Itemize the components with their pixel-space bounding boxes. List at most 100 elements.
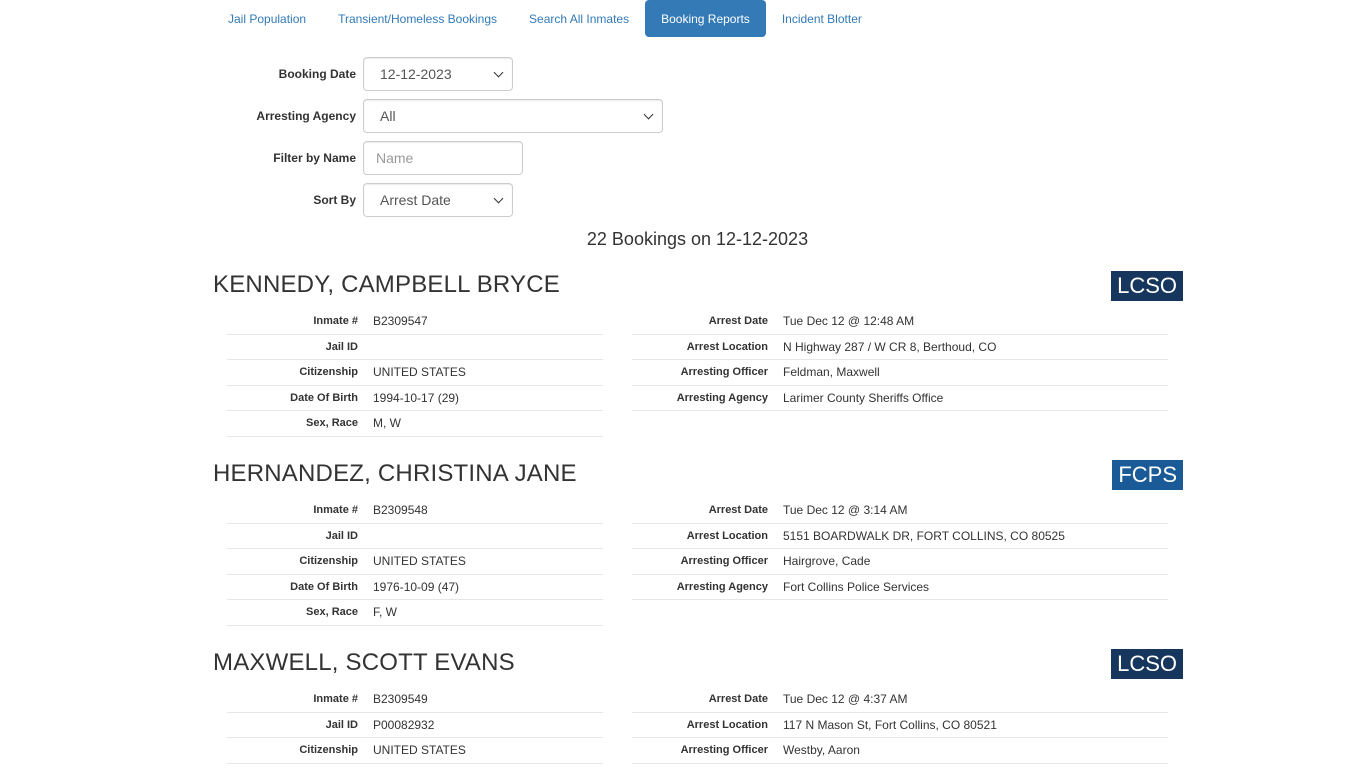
detail-label: Arresting Officer: [680, 744, 768, 757]
tab-booking-reports[interactable]: Booking Reports: [645, 0, 766, 37]
detail-row: Jail ID: [227, 524, 603, 549]
detail-row: Date Of Birth 1976-10-09 (47): [227, 575, 603, 600]
detail-label: Citizenship: [299, 744, 358, 757]
chevron-down-icon: [493, 193, 504, 203]
arrest-details: Arrest Date Tue Dec 12 @ 12:48 AM Arrest …: [632, 309, 1168, 411]
tab-search-all-inmates[interactable]: Search All Inmates: [513, 0, 645, 37]
detail-label: Jail ID: [325, 718, 358, 731]
detail-row: Arrest Date Tue Dec 12 @ 4:37 AM: [632, 687, 1168, 713]
filter-name-row: Filter by Name Name: [200, 141, 523, 175]
detail-label: Arrest Location: [686, 340, 768, 353]
detail-row: Inmate # B2309548: [227, 498, 603, 524]
detail-row: Arresting Agency Fort Collins Police Serv…: [632, 575, 1168, 600]
detail-label: Arrest Location: [686, 529, 768, 542]
detail-row: Date Of Birth 1994-10-17 (29): [227, 386, 603, 411]
agency-badge: FCPS: [1112, 460, 1183, 490]
booking-record: HERNANDEZ, CHRISTINA JANE FCPS Inmate # B…: [213, 460, 1183, 630]
detail-label: Arresting Agency: [676, 391, 768, 404]
arrest-location: 117 N Mason St, Fort Collins, CO 80521: [783, 717, 997, 732]
detail-label: Arrest Date: [708, 504, 768, 517]
inmate-details: Inmate # B2309547 Jail ID Citizenship UNIT…: [227, 309, 603, 437]
jail-id: P00082932: [373, 717, 435, 732]
detail-row: Jail ID: [227, 335, 603, 360]
detail-row: Citizenship UNITED STATES: [227, 360, 603, 386]
arresting-agency-select[interactable]: All: [363, 99, 663, 133]
detail-row: Citizenship UNITED STATES: [227, 738, 603, 764]
arresting-officer: Westby, Aaron: [783, 743, 860, 758]
date-of-birth: 1976-10-09 (47): [373, 579, 460, 594]
arresting-officer: Feldman, Maxwell: [783, 365, 880, 380]
inmate-number: B2309549: [373, 692, 428, 707]
citizenship: UNITED STATES: [373, 365, 466, 380]
inmate-details: Inmate # B2309548 Jail ID Citizenship UNIT…: [227, 498, 603, 626]
inmate-details: Inmate # B2309549 Jail ID P00082932 Citize…: [227, 687, 603, 764]
detail-label: Arrest Date: [708, 693, 768, 706]
detail-label: Sex, Race: [306, 606, 358, 619]
detail-label: Inmate #: [313, 504, 358, 517]
detail-label: Inmate #: [313, 693, 358, 706]
booking-date-row: Booking Date 12-12-2023: [200, 57, 513, 91]
arrest-date: Tue Dec 12 @ 4:37 AM: [783, 692, 908, 707]
tab-incident-blotter[interactable]: Incident Blotter: [766, 0, 878, 37]
detail-row: Arrest Location 5151 BOARDWALK DR, FORT C…: [632, 524, 1168, 549]
detail-row: Arrest Date Tue Dec 12 @ 12:48 AM: [632, 309, 1168, 335]
detail-row: Arresting Officer Feldman, Maxwell: [632, 360, 1168, 386]
booking-date-select[interactable]: 12-12-2023: [363, 57, 513, 91]
inmate-number: B2309548: [373, 503, 428, 518]
sort-by-select[interactable]: Arrest Date: [363, 183, 513, 217]
tab-jail-population[interactable]: Jail Population: [212, 0, 322, 37]
detail-row: Inmate # B2309547: [227, 309, 603, 335]
detail-row: Arresting Agency Larimer County Sheriffs …: [632, 386, 1168, 411]
arresting-agency: Fort Collins Police Services: [783, 579, 930, 594]
detail-label: Citizenship: [299, 555, 358, 568]
detail-row: Arrest Location N Highway 287 / W CR 8, B…: [632, 335, 1168, 360]
agency-badge: LCSO: [1111, 649, 1183, 679]
detail-label: Date Of Birth: [290, 580, 358, 593]
detail-label: Arresting Officer: [680, 555, 768, 568]
sex-race: F, W: [373, 605, 397, 620]
detail-label: Jail ID: [325, 340, 358, 353]
bookings-summary: 22 Bookings on 12-12-2023: [586, 229, 809, 249]
tab-transient-homeless-bookings[interactable]: Transient/Homeless Bookings: [322, 0, 513, 37]
arresting-agency-label: Arresting Agency: [256, 109, 356, 123]
detail-label: Sex, Race: [306, 417, 358, 430]
arrest-location: N Highway 287 / W CR 8, Berthoud, CO: [783, 339, 997, 354]
booking-record: KENNEDY, CAMPBELL BRYCE LCSO Inmate # B23…: [213, 271, 1183, 441]
detail-label: Arresting Agency: [676, 580, 768, 593]
sort-by-label: Sort By: [313, 193, 356, 207]
chevron-down-icon: [493, 67, 504, 77]
arrest-date: Tue Dec 12 @ 12:48 AM: [783, 314, 915, 329]
inmate-name: MAXWELL, SCOTT EVANS: [213, 649, 515, 676]
detail-row: Arrest Date Tue Dec 12 @ 3:14 AM: [632, 498, 1168, 524]
name-filter-input[interactable]: Name: [363, 141, 523, 175]
detail-row: Citizenship UNITED STATES: [227, 549, 603, 575]
detail-label: Inmate #: [313, 315, 358, 328]
arresting-officer: Hairgrove, Cade: [783, 554, 871, 569]
detail-row: Sex, Race F, W: [227, 600, 603, 626]
nav-tabs: Jail Population Transient/Homeless Booki…: [212, 0, 878, 37]
arresting-agency-row: Arresting Agency All: [200, 99, 663, 133]
detail-label: Arresting Officer: [680, 366, 768, 379]
sort-by-row: Sort By Arrest Date: [200, 183, 513, 217]
chevron-down-icon: [643, 109, 654, 119]
citizenship: UNITED STATES: [373, 743, 466, 758]
detail-row: Inmate # B2309549: [227, 687, 603, 713]
booking-date-value: 12-12-2023: [380, 66, 452, 82]
inmate-name: KENNEDY, CAMPBELL BRYCE: [213, 271, 560, 298]
filter-name-label: Filter by Name: [273, 151, 356, 165]
inmate-number: B2309547: [373, 314, 428, 329]
detail-row: Jail ID P00082932: [227, 713, 603, 738]
detail-row: Arresting Officer Westby, Aaron: [632, 738, 1168, 764]
citizenship: UNITED STATES: [373, 554, 466, 569]
detail-row: Sex, Race M, W: [227, 411, 603, 437]
arresting-agency-value: All: [380, 108, 396, 124]
booking-date-label: Booking Date: [278, 67, 356, 81]
agency-badge: LCSO: [1111, 271, 1183, 301]
sex-race: M, W: [373, 416, 401, 431]
detail-label: Arrest Location: [686, 718, 768, 731]
inmate-name: HERNANDEZ, CHRISTINA JANE: [213, 460, 577, 487]
detail-row: Arresting Officer Hairgrove, Cade: [632, 549, 1168, 575]
arresting-agency: Larimer County Sheriffs Office: [783, 390, 944, 405]
sort-by-value: Arrest Date: [380, 192, 451, 208]
booking-record: MAXWELL, SCOTT EVANS LCSO Inmate # B23095…: [213, 649, 1183, 768]
